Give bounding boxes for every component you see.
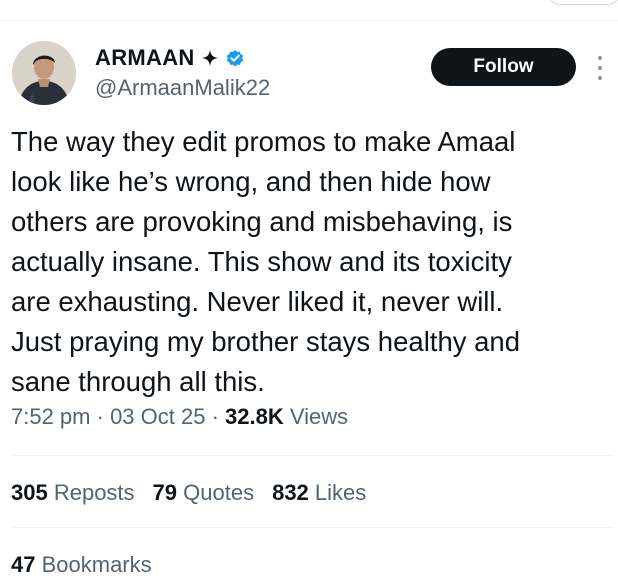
top-divider [0, 20, 618, 21]
tweet-meta: 7:52 pm · 03 Oct 25 · 32.8K Views [11, 404, 348, 430]
quotes-label: Quotes [177, 480, 255, 505]
quotes-count: 79 [152, 480, 178, 505]
likes-label: Likes [308, 480, 367, 505]
display-name[interactable]: ARMAAN [95, 45, 195, 71]
profile-photo-icon [12, 41, 76, 105]
divider [11, 527, 614, 528]
bookmarks-label: Bookmarks [35, 552, 152, 577]
handle[interactable]: @ArmaanMalik22 [95, 75, 270, 101]
engagement-stats: 305 Reposts 79 Quotes 832 Likes [11, 480, 384, 506]
more-options-icon[interactable] [594, 56, 606, 80]
author-name-row: ARMAAN [95, 44, 245, 72]
meta-separator: · [90, 404, 111, 429]
avatar[interactable] [12, 41, 76, 105]
quotes-stat[interactable]: 79 Quotes [153, 480, 255, 506]
tweet-line: The way they edit promos to make Amaal [11, 126, 516, 157]
meta-separator: · [205, 404, 226, 429]
views-label: Views [283, 404, 349, 429]
tweet-time[interactable]: 7:52 pm [11, 404, 91, 429]
tweet-line: sane through all this. [11, 366, 265, 397]
bookmarks-stat[interactable]: 47 Bookmarks [11, 552, 152, 578]
tweet-line: actually insane. This show and its toxic… [11, 246, 512, 277]
tweet-line: look like he’s wrong, and then hide how [11, 166, 491, 197]
top-corner-element [548, 0, 618, 5]
reposts-label: Reposts [47, 480, 135, 505]
bookmarks-count: 47 [11, 552, 36, 577]
divider [11, 455, 614, 456]
reposts-stat[interactable]: 305 Reposts [11, 480, 135, 506]
tweet-line: Just praying my brother stays healthy an… [11, 326, 521, 357]
verified-badge-icon [226, 50, 243, 67]
views-count: 32.8K [225, 404, 284, 429]
sparkle-icon [201, 49, 218, 67]
tweet-text: The way they edit promos to make Amaal l… [11, 122, 601, 402]
likes-count: 832 [272, 480, 309, 505]
reposts-count: 305 [11, 480, 48, 505]
tweet-date[interactable]: 03 Oct 25 [110, 404, 205, 429]
tweet-line: are exhausting. Never liked it, never wi… [11, 286, 504, 317]
follow-button[interactable]: Follow [431, 48, 576, 86]
likes-stat[interactable]: 832 Likes [272, 480, 366, 506]
tweet-line: others are provoking and misbehaving, is [11, 206, 513, 237]
